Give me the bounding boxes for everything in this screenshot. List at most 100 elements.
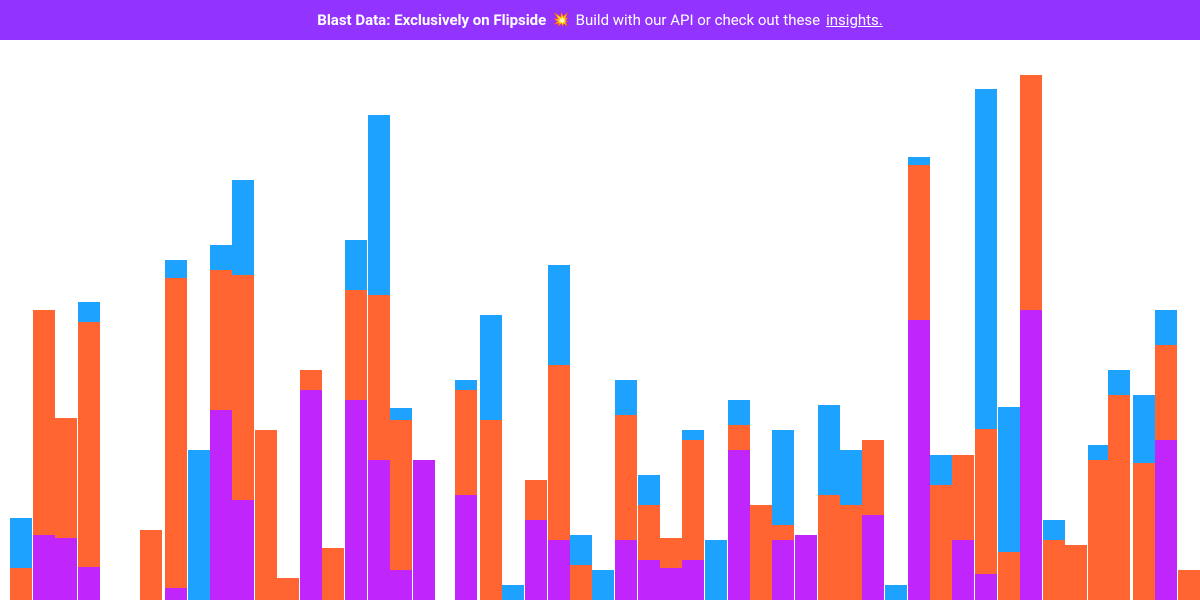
bar-segment-blue <box>502 585 524 600</box>
bar[interactable] <box>525 480 547 600</box>
bar-segment-purple <box>390 570 412 600</box>
bar-segment-orange <box>210 270 232 410</box>
bar-segment-blue <box>638 475 660 505</box>
bar[interactable] <box>10 518 32 600</box>
bar-segment-purple <box>368 460 390 600</box>
bar[interactable] <box>502 585 524 600</box>
bar-segment-orange <box>638 505 660 560</box>
bar[interactable] <box>55 418 77 600</box>
bar[interactable] <box>480 315 502 600</box>
bar[interactable] <box>455 380 477 600</box>
bar-segment-purple <box>1020 310 1042 600</box>
bar-segment-blue <box>1043 520 1065 540</box>
bar[interactable] <box>33 310 55 600</box>
bar-segment-purple <box>300 390 322 600</box>
bar-segment-orange <box>300 370 322 390</box>
bar[interactable] <box>232 180 254 600</box>
bar[interactable] <box>165 260 187 600</box>
bar[interactable] <box>1133 395 1155 600</box>
bar[interactable] <box>930 455 952 600</box>
bar[interactable] <box>390 408 412 600</box>
bar-segment-purple <box>210 410 232 600</box>
bar[interactable] <box>1065 545 1087 600</box>
bar-segment-blue <box>165 260 187 278</box>
bar-segment-orange <box>1155 345 1177 440</box>
bar[interactable] <box>750 505 772 600</box>
bar-segment-blue <box>818 405 840 495</box>
stacked-bar-chart <box>0 40 1200 600</box>
bar[interactable] <box>682 430 704 600</box>
bar[interactable] <box>1108 370 1130 600</box>
bar-segment-orange <box>368 295 390 460</box>
bar-segment-orange <box>975 429 997 574</box>
bar-segment-blue <box>368 115 390 295</box>
bar-segment-orange <box>862 440 884 515</box>
bar-segment-blue <box>1108 370 1130 395</box>
bar[interactable] <box>728 400 750 600</box>
bar[interactable] <box>908 157 930 600</box>
bar[interactable] <box>795 535 817 600</box>
bar[interactable] <box>345 240 367 600</box>
bar-segment-blue <box>1088 445 1110 460</box>
bar-segment-orange <box>78 322 100 567</box>
bar[interactable] <box>255 430 277 600</box>
bar-segment-orange <box>455 390 477 495</box>
bar[interactable] <box>952 455 974 600</box>
bar[interactable] <box>638 475 660 600</box>
bar[interactable] <box>1088 445 1110 600</box>
bar[interactable] <box>975 89 997 600</box>
bar-segment-orange <box>682 440 704 560</box>
bar[interactable] <box>210 245 232 600</box>
bar-segment-orange <box>1065 545 1087 600</box>
bar[interactable] <box>548 265 570 600</box>
bar[interactable] <box>862 440 884 600</box>
bar-segment-blue <box>975 89 997 429</box>
bar[interactable] <box>1020 75 1042 600</box>
bar[interactable] <box>368 115 390 600</box>
bar-segment-orange <box>1088 460 1110 600</box>
bar[interactable] <box>570 535 592 600</box>
bar[interactable] <box>615 380 637 600</box>
bar[interactable] <box>140 530 162 600</box>
bar-segment-orange <box>998 552 1020 600</box>
bar-segment-orange <box>930 485 952 600</box>
bar[interactable] <box>188 450 210 600</box>
bar[interactable] <box>885 585 907 600</box>
bar-segment-purple <box>795 535 817 600</box>
bar[interactable] <box>322 548 344 600</box>
bar-segment-blue <box>210 245 232 270</box>
bar-segment-orange <box>750 505 772 600</box>
bar[interactable] <box>705 540 727 600</box>
bar[interactable] <box>300 370 322 600</box>
bar-segment-blue <box>908 157 930 165</box>
bar-segment-purple <box>345 400 367 600</box>
bar-segment-purple <box>952 540 974 600</box>
bar-segment-orange <box>255 430 277 600</box>
bar[interactable] <box>592 570 614 600</box>
blast-emoji-icon: 💥 <box>552 12 569 28</box>
bar-segment-orange <box>277 578 299 600</box>
insights-link[interactable]: insights. <box>826 11 883 29</box>
bar-segment-orange <box>570 565 592 600</box>
bar[interactable] <box>660 538 682 600</box>
bar-segment-purple <box>1155 440 1177 600</box>
bar-segment-blue <box>1155 310 1177 345</box>
bar-segment-purple <box>862 515 884 600</box>
bar[interactable] <box>818 405 840 600</box>
bar[interactable] <box>772 430 794 600</box>
bar-segment-orange <box>232 275 254 500</box>
bar-segment-blue <box>570 535 592 565</box>
banner-headline: Blast Data: Exclusively on Flipside <box>317 11 546 29</box>
bar[interactable] <box>1155 310 1177 600</box>
bar[interactable] <box>840 450 862 600</box>
bar[interactable] <box>413 460 435 600</box>
bar[interactable] <box>1178 570 1200 600</box>
bar[interactable] <box>998 407 1020 600</box>
bar-segment-orange <box>952 455 974 540</box>
bar-segment-blue <box>1133 395 1155 463</box>
bar[interactable] <box>1043 520 1065 600</box>
bar[interactable] <box>78 302 100 600</box>
bar-segment-purple <box>772 540 794 600</box>
bar-segment-purple <box>55 538 77 600</box>
bar[interactable] <box>277 578 299 600</box>
